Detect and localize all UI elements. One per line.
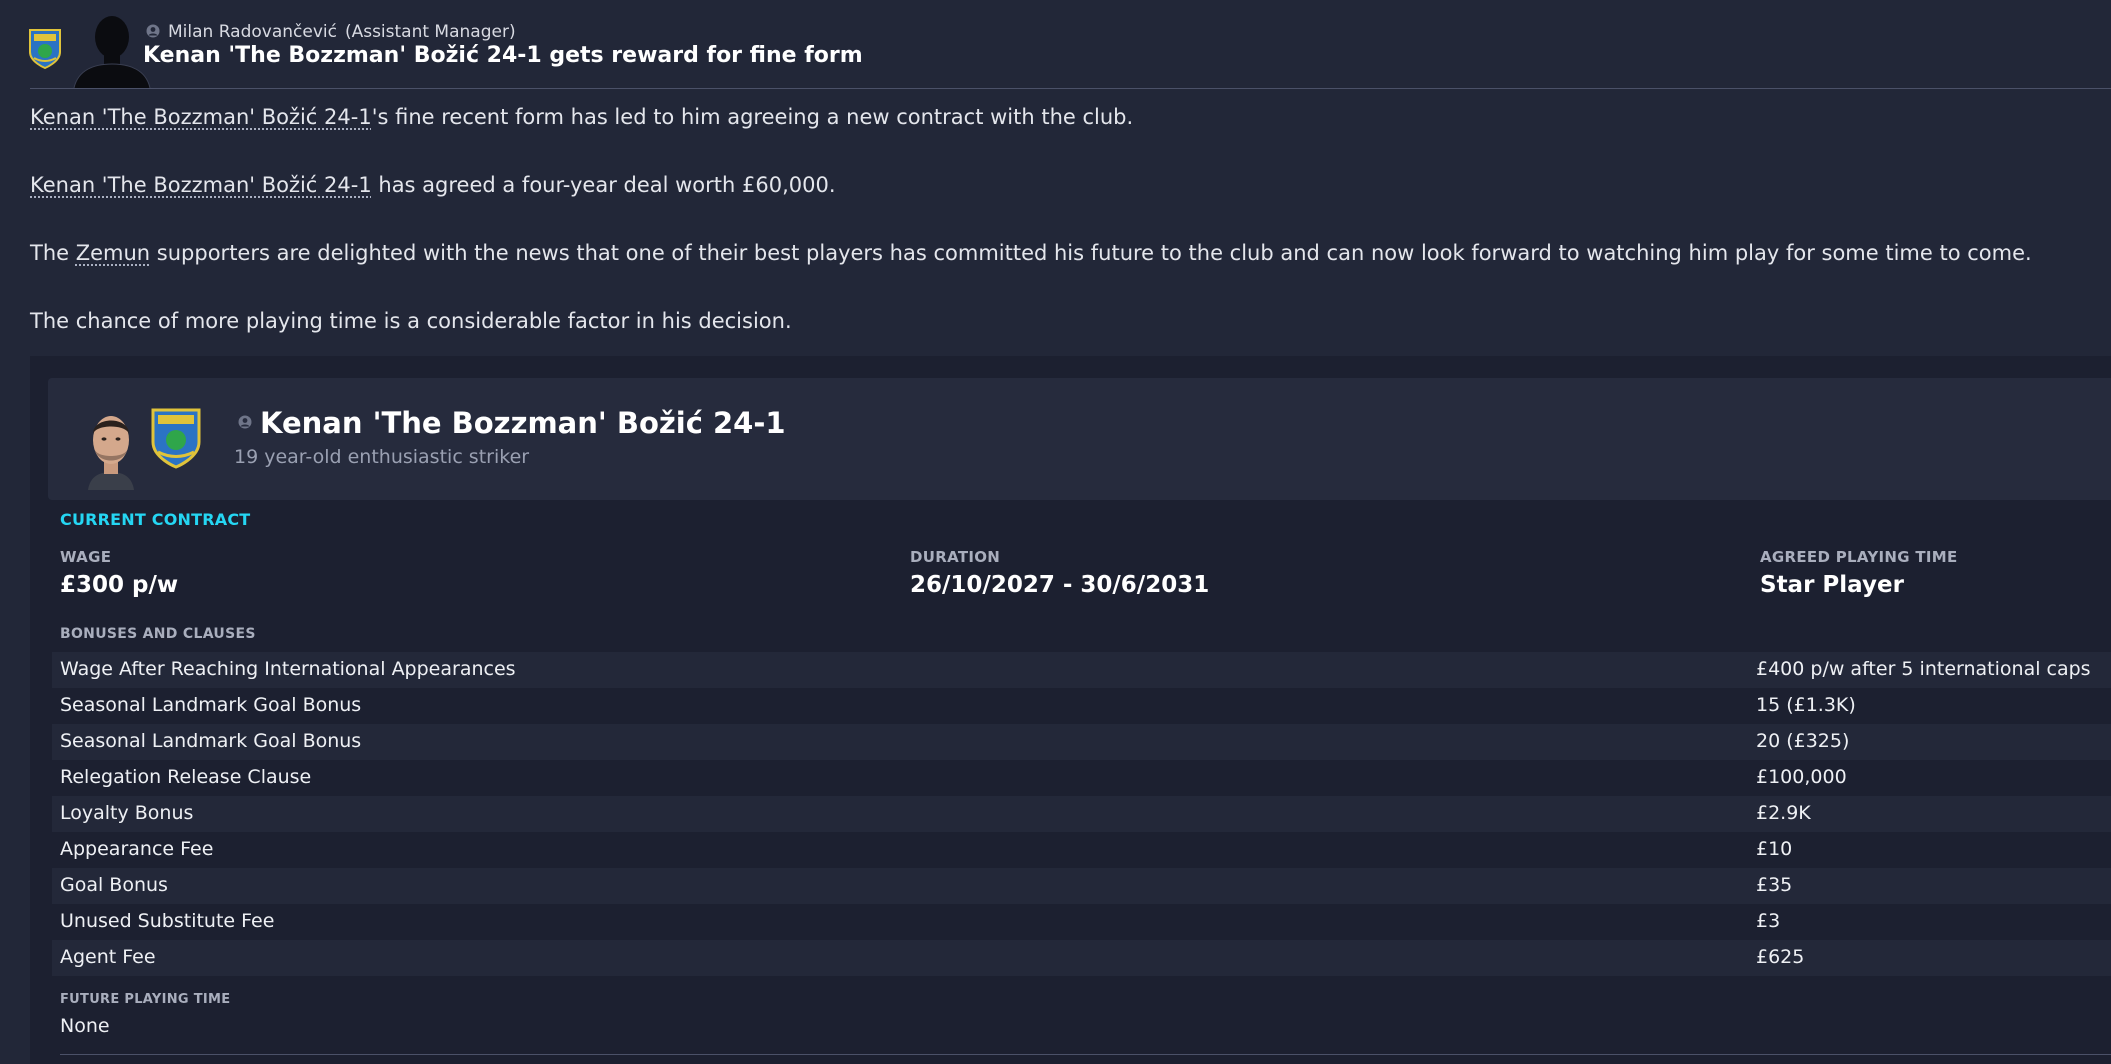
future-playing-time-value: None (60, 1015, 110, 1037)
table-row: Seasonal Landmark Goal Bonus 15 (£1.3K) (52, 688, 2111, 724)
paragraph-2-text: has agreed a four-year deal worth £60,00… (371, 173, 836, 197)
bonus-value: £35 (1756, 874, 1793, 896)
current-contract-title: CURRENT CONTRACT (60, 510, 251, 529)
person-icon (238, 415, 252, 429)
duration-value: 26/10/2027 - 30/6/2031 (910, 572, 1210, 598)
paragraph-2: Kenan 'The Bozzman' Božić 24-1 has agree… (30, 173, 836, 197)
playing-time-label: AGREED PLAYING TIME (1760, 548, 1958, 566)
bonus-value: £10 (1756, 838, 1793, 860)
bonus-value: £400 p/w after 5 international caps (1756, 658, 2091, 680)
bonus-name: Goal Bonus (60, 874, 168, 896)
bonus-value: £2.9K (1756, 802, 1811, 824)
sender-role: (Assistant Manager) (344, 22, 516, 42)
club-link[interactable]: Zemun (76, 241, 150, 265)
player-link[interactable]: Kenan 'The Bozzman' Božić 24-1 (30, 105, 372, 129)
table-row: Goal Bonus £35 (52, 868, 2111, 904)
bonuses-label: BONUSES AND CLAUSES (60, 626, 256, 642)
bonus-name: Unused Substitute Fee (60, 910, 275, 932)
bonus-name: Wage After Reaching International Appear… (60, 658, 516, 680)
player-name-row: Kenan 'The Bozzman' Božić 24-1 (238, 406, 786, 440)
sender-name[interactable]: Milan Radovančević (168, 22, 337, 42)
bonus-value: £625 (1756, 946, 1805, 968)
table-row: Appearance Fee £10 (52, 832, 2111, 868)
bonus-name: Loyalty Bonus (60, 802, 194, 824)
bonus-value: £3 (1756, 910, 1781, 932)
table-row: Wage After Reaching International Appear… (52, 652, 2111, 688)
bonus-value: 20 (£325) (1756, 730, 1850, 752)
duration-label: DURATION (910, 548, 1001, 566)
table-row: Loyalty Bonus £2.9K (52, 796, 2111, 832)
paragraph-1: Kenan 'The Bozzman' Božić 24-1's fine re… (30, 105, 1133, 129)
bonus-name: Appearance Fee (60, 838, 214, 860)
wage-label: WAGE (60, 548, 112, 566)
player-name[interactable]: Kenan 'The Bozzman' Božić 24-1 (260, 406, 786, 440)
sender-line: Milan Radovančević (Assistant Manager) (146, 22, 516, 42)
paragraph-3: The Zemun supporters are delighted with … (30, 241, 2032, 265)
bonus-name: Seasonal Landmark Goal Bonus (60, 730, 362, 752)
club-crest-icon[interactable] (28, 26, 62, 70)
wage-value: £300 p/w (60, 572, 179, 598)
bonus-value: £100,000 (1756, 766, 1847, 788)
table-row: Seasonal Landmark Goal Bonus 20 (£325) (52, 724, 2111, 760)
table-row: Relegation Release Clause £100,000 (52, 760, 2111, 796)
player-link[interactable]: Kenan 'The Bozzman' Božić 24-1 (30, 173, 372, 197)
bonus-name: Agent Fee (60, 946, 156, 968)
table-row: Unused Substitute Fee £3 (52, 904, 2111, 940)
playing-time-value: Star Player (1760, 572, 1904, 598)
table-row: Agent Fee £625 (52, 940, 2111, 976)
future-playing-time-label: FUTURE PLAYING TIME (60, 992, 231, 1007)
person-icon (146, 24, 160, 38)
bonus-name: Seasonal Landmark Goal Bonus (60, 694, 362, 716)
bonus-name: Relegation Release Clause (60, 766, 312, 788)
paragraph-1-text: 's fine recent form has led to him agree… (371, 105, 1134, 129)
manager-silhouette-icon[interactable] (70, 10, 154, 88)
paragraph-4: The chance of more playing time is a con… (30, 309, 792, 333)
player-face-image[interactable] (80, 406, 142, 490)
paragraph-3-text: supporters are delighted with the news t… (150, 241, 2032, 265)
paragraph-3-prefix: The (30, 241, 76, 265)
player-description: 19 year-old enthusiastic striker (234, 446, 530, 468)
bonus-table: Wage After Reaching International Appear… (52, 652, 2111, 976)
club-crest-icon[interactable] (150, 404, 202, 470)
bonus-value: 15 (£1.3K) (1756, 694, 1856, 716)
divider (60, 1054, 2111, 1055)
message-headline: Kenan 'The Bozzman' Božić 24-1 gets rewa… (143, 43, 863, 68)
